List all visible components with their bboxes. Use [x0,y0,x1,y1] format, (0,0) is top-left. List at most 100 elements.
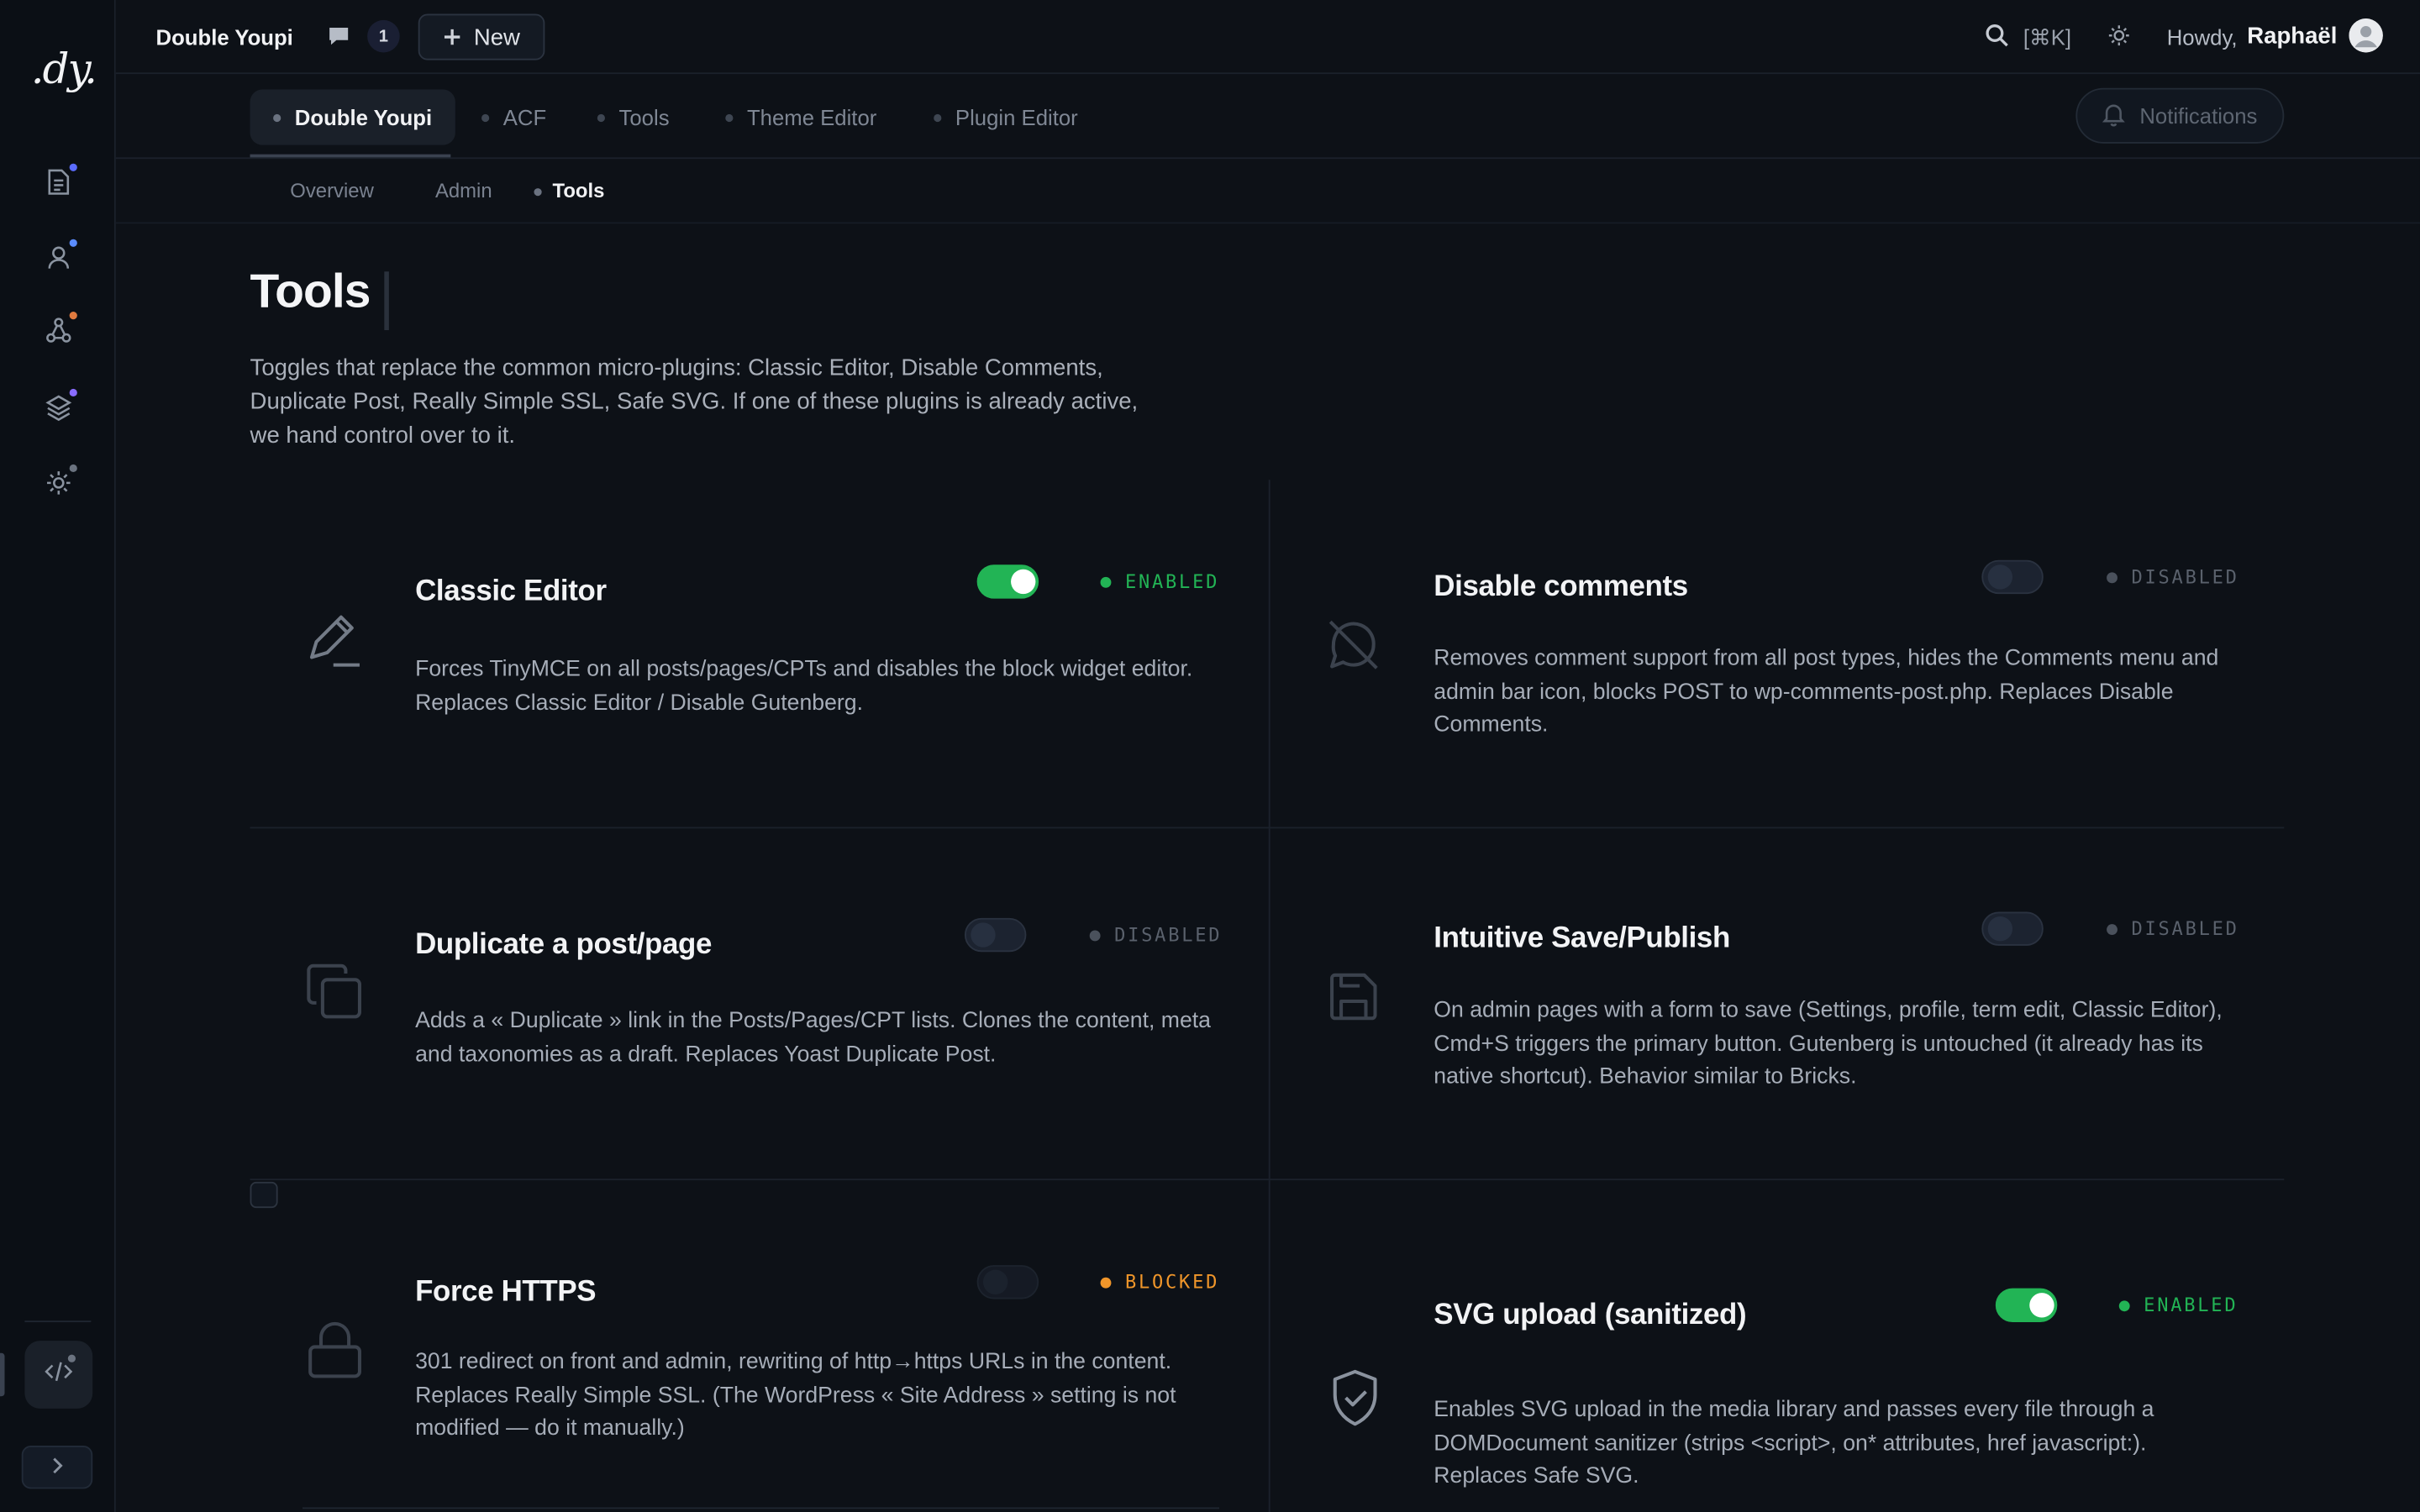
rail-item-settings[interactable] [42,464,77,503]
tab-theme-editor[interactable]: Theme Editor [702,90,900,145]
bell-icon [2102,101,2126,130]
card-title: Disable comments [1434,570,1688,604]
layers-icon [45,392,72,428]
rail-item-dot [69,388,77,397]
card-title: Duplicate a post/page [415,928,713,962]
expand-sidebar-button[interactable] [21,1445,93,1489]
toggle-knob [1011,569,1036,595]
card-description: Forces TinyMCE on all posts/pages/CPTs a… [415,657,1193,716]
rail-divider [24,1320,92,1323]
user-name-link[interactable]: Raphaël [2247,24,2337,50]
classic-editor-toggle[interactable] [976,564,1039,599]
status-dot [1100,1276,1112,1288]
status-badge: DISABLED [2107,566,2239,588]
card-description: Adds a « Duplicate » link in the Posts/P… [415,1009,1212,1068]
svg-upload-toggle[interactable] [1995,1288,2058,1323]
search-shortcut-hint[interactable]: [⌘K] [2023,24,2071,50]
status-label: ENABLED [2144,1294,2238,1316]
status-badge: DISABLED [2107,918,2239,940]
tab-double-youpi[interactable]: Double Youpi [250,89,455,145]
disable-comments-toggle[interactable] [1981,559,2044,595]
notifications-label: Notifications [2139,103,2258,129]
tab-acf[interactable]: ACF [458,90,569,145]
page-description: Toggles that replace the common micro-pl… [250,354,1139,449]
subtab-admin[interactable]: Admin [435,179,492,202]
title-caret [384,271,389,331]
grid-divider-horizontal [250,827,2285,829]
rail-item-dot [69,163,77,171]
toggle-knob [982,1269,1008,1294]
copy-icon [304,961,366,1031]
toggle-knob [1987,916,2013,942]
search-icon[interactable] [1985,24,2009,56]
status-badge: ENABLED [1100,570,1220,593]
card-description: Removes comment support from all post ty… [1434,646,2219,738]
grid-divider-horizontal [250,1179,2285,1181]
chevron-right-icon [51,1455,64,1479]
status-dot [1089,929,1101,941]
toggle-knob [1987,564,2013,590]
intuitive-save-toggle[interactable] [1981,911,2044,946]
duplicate-post-toggle[interactable] [964,917,1027,953]
rail-item-code[interactable] [24,1341,93,1409]
subtab-overview[interactable]: Overview [290,179,374,202]
gear-icon [45,468,72,503]
rail-item-integrations[interactable] [42,312,77,350]
new-content-button[interactable]: New [418,13,545,60]
user-icon [46,243,71,278]
rail-item-users[interactable] [42,239,77,278]
status-dot [2107,923,2118,935]
rail-item-dot [69,239,77,247]
toggle-knob [971,922,996,948]
avatar[interactable] [2349,18,2383,53]
force-https-toggle[interactable] [976,1265,1039,1299]
comment-count-badge[interactable]: 1 [367,19,400,53]
comment-off-icon [1326,617,1381,680]
subtab-tools[interactable]: Tools [534,179,604,202]
save-icon [1326,969,1381,1032]
status-label: ENABLED [1124,570,1220,593]
status-label: BLOCKED [1124,1271,1220,1294]
app-window: .dy. Double Youpi 1 New [⌘K] Howdy, Raph… [0,0,2420,1512]
card-bottom-edge [302,1507,1219,1509]
bulk-select-checkbox[interactable] [250,1181,278,1209]
rail-item-dot [67,1354,76,1362]
status-label: DISABLED [2131,566,2239,588]
page-title: Tools [250,264,371,318]
card-title: Classic Editor [415,575,607,608]
admin-bar: Double Youpi 1 New [⌘K] Howdy, Raphaël [115,0,2420,75]
status-label: DISABLED [1114,924,1223,946]
card-title: Force HTTPS [415,1275,597,1309]
status-dot [2118,1299,2130,1311]
rail-active-indicator [0,1352,5,1397]
status-badge: DISABLED [1089,924,1223,946]
sub-tabs: Overview Admin Tools [115,159,2420,224]
plus-icon [443,24,461,51]
comment-icon[interactable] [327,24,350,55]
toggle-knob [2029,1293,2054,1318]
active-tab-underline [250,154,451,158]
new-button-label: New [473,24,520,50]
card-title: Intuitive Save/Publish [1434,922,1730,955]
greeting-text: Howdy, [2166,24,2238,50]
sun-icon[interactable] [2107,24,2131,56]
status-dot [1100,576,1112,587]
rail-item-documents[interactable] [42,163,77,202]
site-name-link[interactable]: Double Youpi [156,24,293,49]
plugin-tabs: Double Youpi ACF Tools Theme Editor Plug… [115,74,2420,160]
notifications-button[interactable]: Notifications [2075,87,2285,144]
document-icon [46,167,71,202]
tab-plugin-editor[interactable]: Plugin Editor [911,90,1102,145]
status-dot [2107,571,2118,583]
card-description: Enables SVG upload in the media library … [1434,1398,2154,1489]
rail-item-dot [69,464,77,473]
card-title: SVG upload (sanitized) [1434,1299,1747,1332]
lock-icon [306,1319,365,1389]
left-rail: .dy. [0,0,116,1512]
rail-item-layers[interactable] [42,388,77,428]
tab-tools[interactable]: Tools [574,90,692,145]
rail-item-dot [69,312,77,320]
app-logo[interactable]: .dy. [31,46,97,94]
status-label: DISABLED [2131,917,2239,940]
status-badge: BLOCKED [1100,1271,1220,1294]
